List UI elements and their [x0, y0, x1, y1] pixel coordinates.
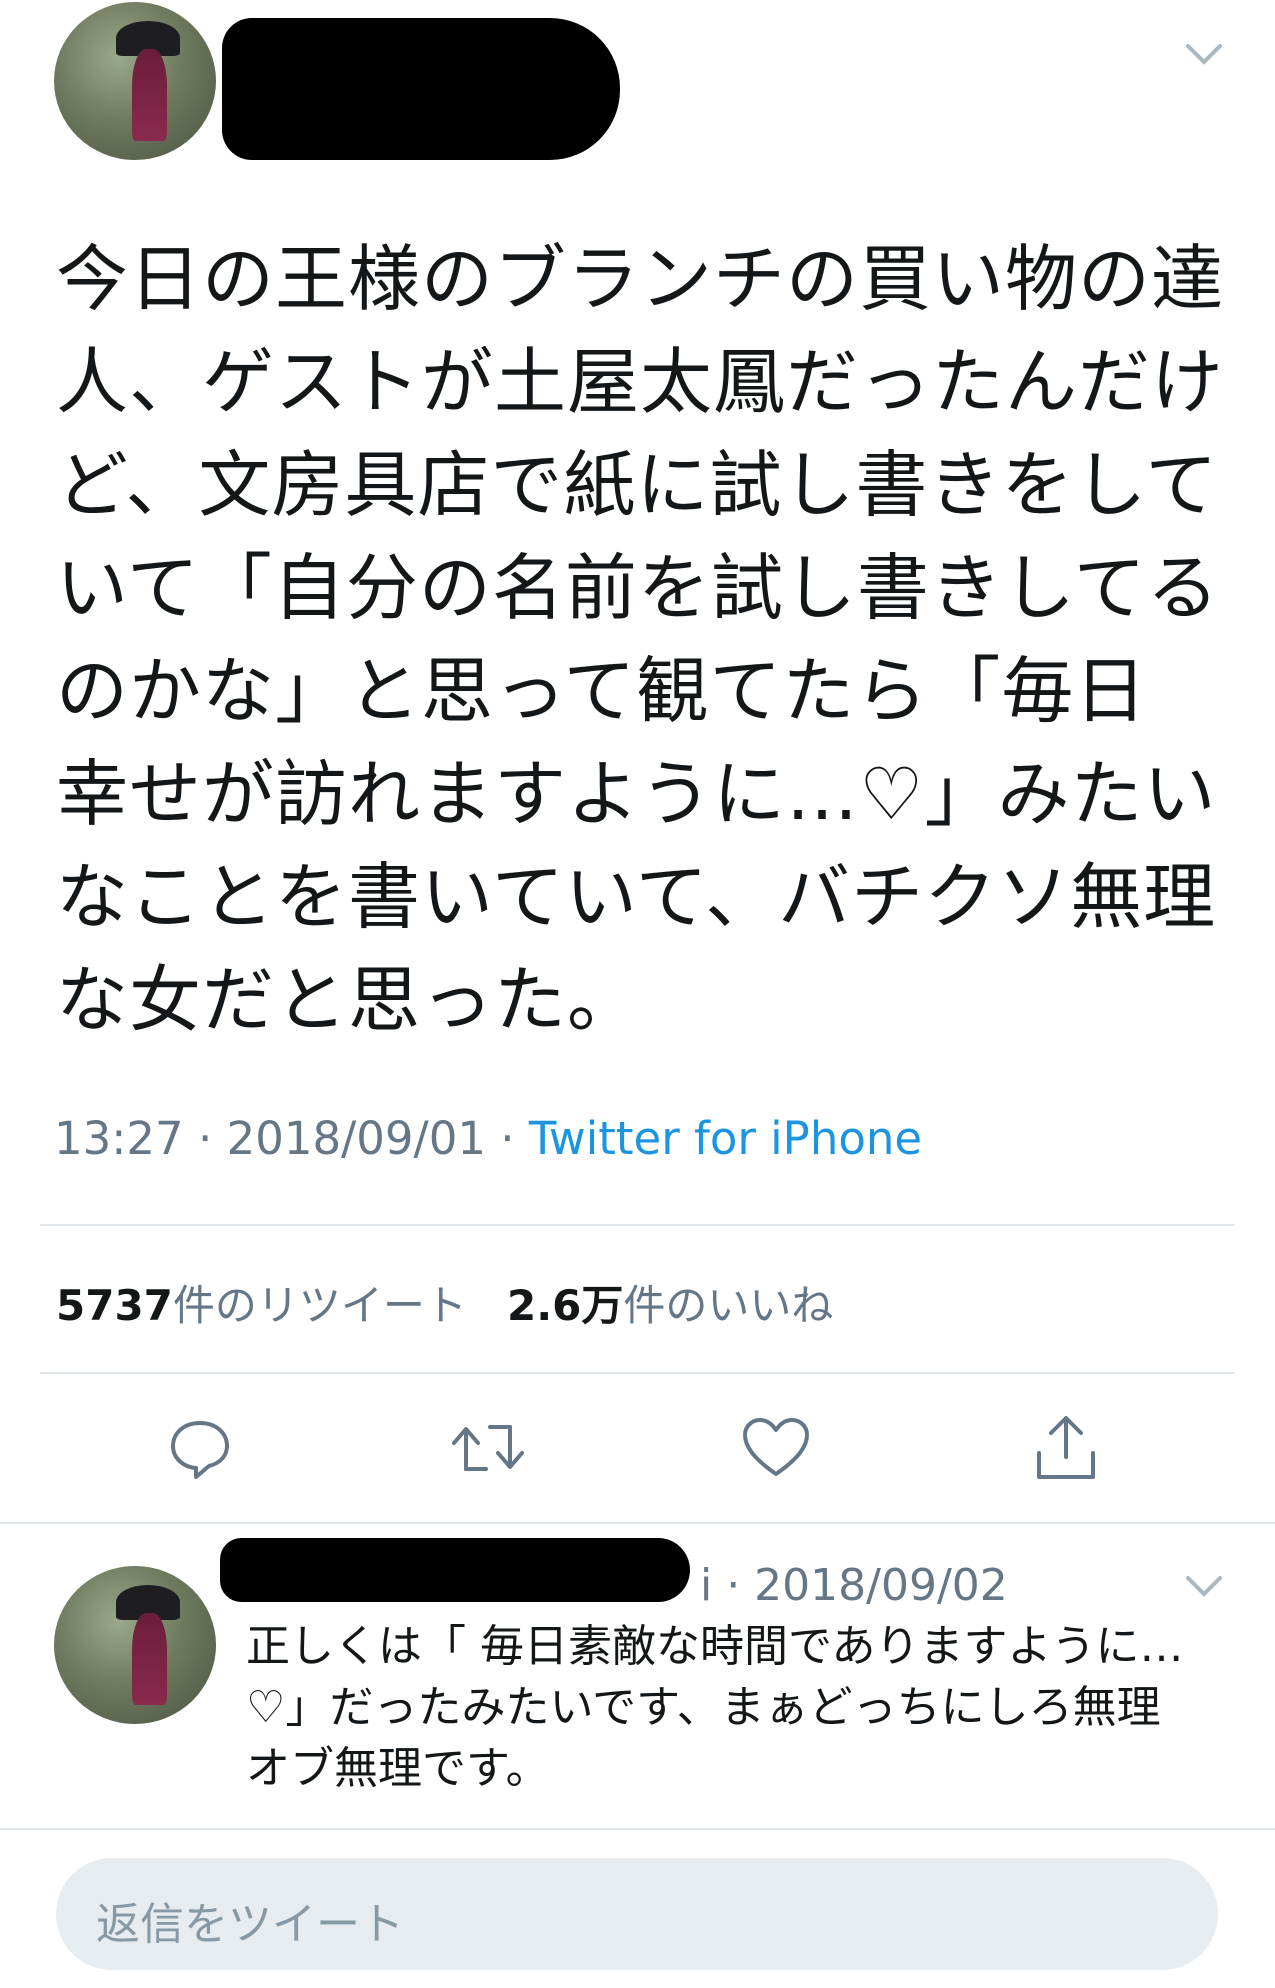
reply-author-avatar[interactable] [54, 1566, 216, 1724]
reply-compose-field[interactable]: 返信をツイート [56, 1858, 1218, 1970]
reply-button[interactable] [162, 1410, 238, 1486]
divider [0, 1522, 1275, 1524]
heart-icon [743, 1418, 809, 1476]
tweet-timestamp: 13:27 · 2018/09/01 · Twitter for iPhone [54, 1112, 922, 1165]
tweet-time: 13:27 · 2018/09/01 · [54, 1112, 529, 1165]
redacted-reply-author-name [220, 1538, 690, 1602]
like-count-link[interactable]: 2.6万件のいいね [507, 1281, 833, 1330]
author-avatar[interactable] [54, 2, 216, 160]
redacted-author-name-top [232, 18, 412, 76]
reply-icon [171, 1421, 229, 1479]
retweet-button[interactable] [450, 1410, 526, 1486]
like-count: 2.6万 [506, 1281, 624, 1330]
tweet-stats: 5737件のリツイート 2.6万件のいいね [56, 1272, 833, 1333]
divider [0, 1828, 1275, 1830]
share-button[interactable] [1028, 1410, 1104, 1486]
tweet-text: 今日の王様のブランチの買い物の達 人、ゲストが土屋太鳳だったんだけ ど、文房具店… [56, 237, 1225, 1042]
retweet-count: 5737 [56, 1281, 173, 1330]
retweet-label: 件のリツイート [172, 1281, 467, 1330]
reply-text: 正しくは「 毎日素敵な時間でありますように… ♡」だったみたいです、まぁどっちに… [246, 1621, 1184, 1794]
retweet-icon [452, 1425, 524, 1471]
chevron-down-icon[interactable] [1184, 40, 1224, 68]
divider [40, 1224, 1235, 1226]
share-icon [1037, 1416, 1095, 1479]
like-label: 件のいいね [623, 1281, 834, 1330]
tweet-source-link[interactable]: Twitter for iPhone [529, 1112, 922, 1165]
like-button[interactable] [738, 1410, 814, 1486]
retweet-count-link[interactable]: 5737件のリツイート [56, 1281, 467, 1330]
reply-compose-placeholder: 返信をツイート [96, 1899, 404, 1950]
reply-timestamp: i · 2018/09/02 [700, 1560, 1008, 1611]
divider [40, 1372, 1235, 1374]
chevron-down-icon[interactable] [1184, 1572, 1224, 1600]
